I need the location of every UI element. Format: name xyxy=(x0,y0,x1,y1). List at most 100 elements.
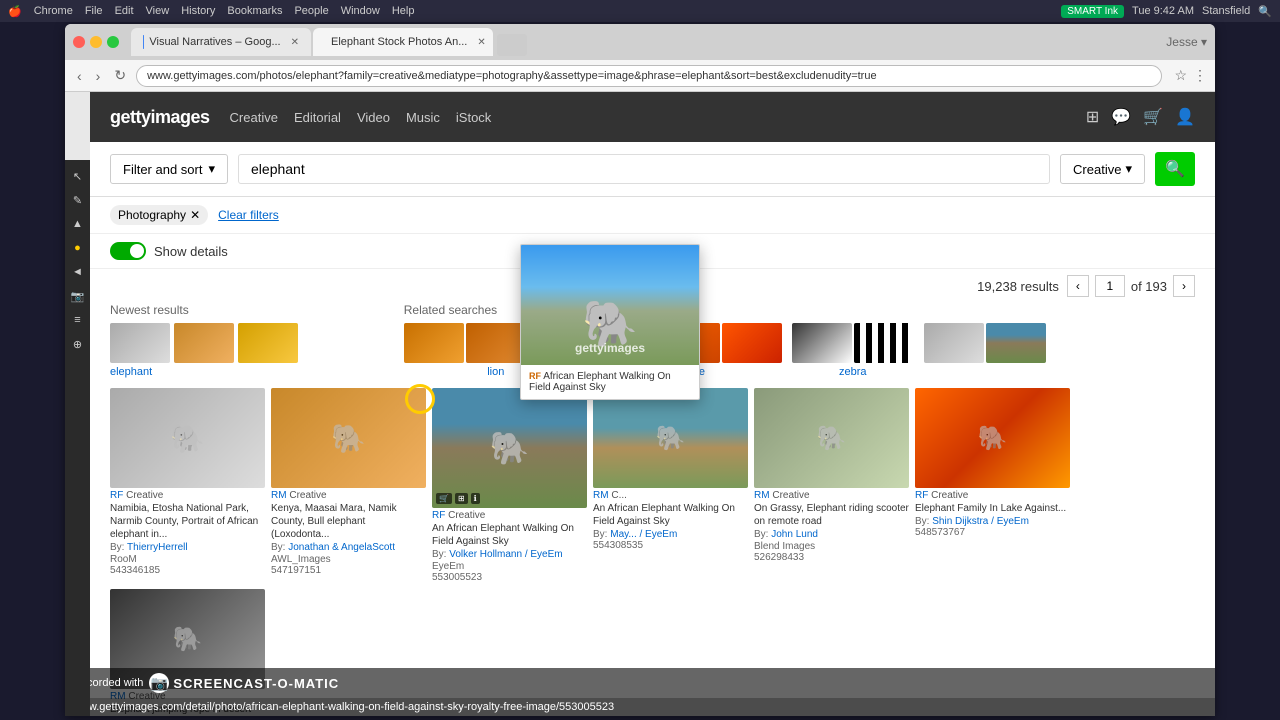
popup-image: 🐘 gettyimages xyxy=(521,245,699,365)
tab-close-2[interactable]: ✕ xyxy=(477,37,485,48)
image-grid-row1: 🐘 RF Creative Namibia, Etosha National P… xyxy=(90,388,1215,716)
nav-creative[interactable]: Creative xyxy=(230,110,278,125)
history-menu[interactable]: History xyxy=(181,5,215,17)
tool-pen[interactable]: ✎ xyxy=(68,190,88,210)
show-details-toggle[interactable] xyxy=(110,242,146,260)
card-author-link-2[interactable]: Jonathan & AngelaScott xyxy=(288,542,395,553)
tool-select[interactable]: ↖ xyxy=(68,166,88,186)
card-num-5: 526298433 xyxy=(754,552,909,563)
search-input[interactable] xyxy=(238,154,1050,184)
card-author-link-1[interactable]: ThierryHerrell xyxy=(127,542,188,553)
tool-yellow-marker[interactable]: ● xyxy=(68,238,88,258)
tab-close-1[interactable]: ✕ xyxy=(291,37,299,48)
nav-istock[interactable]: iStock xyxy=(456,110,491,125)
file-menu[interactable]: File xyxy=(85,5,103,17)
card-thumb-1: 🐘 xyxy=(110,388,265,488)
related-elephant-thumb-2[interactable] xyxy=(986,323,1046,363)
cart-icon[interactable]: 🛒 xyxy=(1143,107,1163,127)
chat-icon[interactable]: 💬 xyxy=(1111,107,1131,127)
page-wrapper: ↖ ✎ ▲ ● ◄ 📷 ≡ ⊕ gettyimages Creative Edi… xyxy=(65,92,1215,716)
tab-2[interactable]: Elephant Stock Photos An... ✕ xyxy=(313,28,493,56)
tab-label-1: Visual Narratives – Goog... xyxy=(149,36,280,48)
search-icon: 🔍 xyxy=(1165,159,1185,179)
lion-label[interactable]: lion xyxy=(487,366,504,378)
image-card-3[interactable]: 🐘 🛒 ⊞ ℹ RF Creative An African Elephant … xyxy=(432,388,587,583)
chrome-tabs: Visual Narratives – Goog... ✕ Elephant S… xyxy=(131,28,527,56)
related-lion-thumb-1[interactable] xyxy=(404,323,464,363)
bookmark-icon[interactable]: ☆ xyxy=(1174,67,1187,84)
card-source-3: EyeEm xyxy=(432,561,587,572)
newest-thumbs xyxy=(110,323,374,363)
tool-camera[interactable]: 📷 xyxy=(68,286,88,306)
account-icon[interactable]: 👤 xyxy=(1175,107,1195,127)
card-author-link-4[interactable]: May... / EyeEm xyxy=(610,529,677,540)
search-mac-icon[interactable]: 🔍 xyxy=(1258,5,1272,18)
newest-thumb-2[interactable] xyxy=(174,323,234,363)
card-thumb-2: 🐘 xyxy=(271,388,426,488)
tool-cursor2[interactable]: ⊕ xyxy=(68,334,88,354)
nav-video[interactable]: Video xyxy=(357,110,390,125)
minimize-window-btn[interactable] xyxy=(90,36,102,48)
filter-sort-button[interactable]: Filter and sort ▾ xyxy=(110,154,228,184)
mac-bar: 🍎 Chrome File Edit View History Bookmark… xyxy=(0,0,1280,22)
related-zebra-thumb-1[interactable] xyxy=(792,323,852,363)
image-card-1[interactable]: 🐘 RF Creative Namibia, Etosha National P… xyxy=(110,388,265,583)
card-type-3: RF Creative xyxy=(432,510,587,521)
card-num-4: 554308535 xyxy=(593,540,748,551)
window-menu[interactable]: Window xyxy=(341,5,380,17)
clear-filters-link[interactable]: Clear filters xyxy=(218,208,279,222)
card-author-link-6[interactable]: Shin Dijkstra / EyeEm xyxy=(932,516,1029,527)
results-count: 19,238 results xyxy=(977,279,1059,294)
page-number-input[interactable] xyxy=(1095,275,1125,297)
card-author-link-3[interactable]: Volker Hollmann / EyeEm xyxy=(449,549,562,560)
nav-music[interactable]: Music xyxy=(406,110,440,125)
related-zebra-thumb-2[interactable] xyxy=(854,323,914,363)
nav-editorial[interactable]: Editorial xyxy=(294,110,341,125)
settings-icon[interactable]: ⋮ xyxy=(1193,67,1207,84)
tool-more[interactable]: ≡ xyxy=(68,310,88,330)
card-author-link-5[interactable]: John Lund xyxy=(771,529,818,540)
refresh-button[interactable]: ↻ xyxy=(110,65,130,86)
maximize-window-btn[interactable] xyxy=(107,36,119,48)
tab-1[interactable]: Visual Narratives – Goog... ✕ xyxy=(131,28,311,56)
compare-icon[interactable]: ⊞ xyxy=(1086,107,1099,127)
image-card-6[interactable]: 🐘 RF Creative Elephant Family In Lake Ag… xyxy=(915,388,1070,583)
edit-menu[interactable]: Edit xyxy=(115,5,134,17)
newest-thumb-1[interactable] xyxy=(110,323,170,363)
image-card-4[interactable]: 🐘 RM C... An African Elephant Walking On… xyxy=(593,388,748,583)
user-profile-icon[interactable]: Jesse ▾ xyxy=(1166,35,1207,49)
search-go-button[interactable]: 🔍 xyxy=(1155,152,1195,186)
card-type-6: RF Creative xyxy=(915,490,1070,501)
image-card-5[interactable]: 🐘 RM Creative On Grassy, Elephant riding… xyxy=(754,388,909,583)
bottom-url-text: www.gettyimages.com/detail/photo/african… xyxy=(73,701,614,713)
next-page-button[interactable]: › xyxy=(1173,275,1195,297)
related-lion-thumb-2[interactable] xyxy=(466,323,526,363)
main-content: gettyimages Creative Editorial Video Mus… xyxy=(90,92,1215,716)
image-card-2[interactable]: 🐘 RM Creative Kenya, Maasai Mara, Namik … xyxy=(271,388,426,583)
close-window-btn[interactable] xyxy=(73,36,85,48)
card-by-6: By: Shin Dijkstra / EyeEm xyxy=(915,516,1070,527)
url-bar[interactable]: www.gettyimages.com/photos/elephant?fami… xyxy=(136,65,1162,87)
related-giraffe-thumb-3[interactable] xyxy=(722,323,782,363)
newest-thumb-3[interactable] xyxy=(238,323,298,363)
bookmarks-menu[interactable]: Bookmarks xyxy=(227,5,282,17)
back-button[interactable]: ‹ xyxy=(73,66,86,86)
filter-chevron-icon: ▾ xyxy=(208,161,215,177)
prev-page-button[interactable]: ‹ xyxy=(1067,275,1089,297)
people-menu[interactable]: People xyxy=(294,5,328,17)
chrome-menu[interactable]: Chrome xyxy=(34,5,73,17)
related-elephant-thumb-1[interactable] xyxy=(924,323,984,363)
help-menu[interactable]: Help xyxy=(392,5,415,17)
tool-arrow-left[interactable]: ◄ xyxy=(68,262,88,282)
zebra-label[interactable]: zebra xyxy=(839,366,867,378)
photography-filter-tag[interactable]: Photography ✕ xyxy=(110,205,208,225)
card-type-2: RM Creative xyxy=(271,490,426,501)
forward-button[interactable]: › xyxy=(92,66,105,86)
remove-filter-icon[interactable]: ✕ xyxy=(190,208,200,222)
tool-highlight[interactable]: ▲ xyxy=(68,214,88,234)
newest-link[interactable]: elephant xyxy=(110,366,374,378)
card-num-2: 547197151 xyxy=(271,565,426,576)
view-menu[interactable]: View xyxy=(146,5,170,17)
getty-search: Filter and sort ▾ Creative ▾ 🔍 xyxy=(90,142,1215,197)
creative-dropdown-button[interactable]: Creative ▾ xyxy=(1060,154,1145,184)
